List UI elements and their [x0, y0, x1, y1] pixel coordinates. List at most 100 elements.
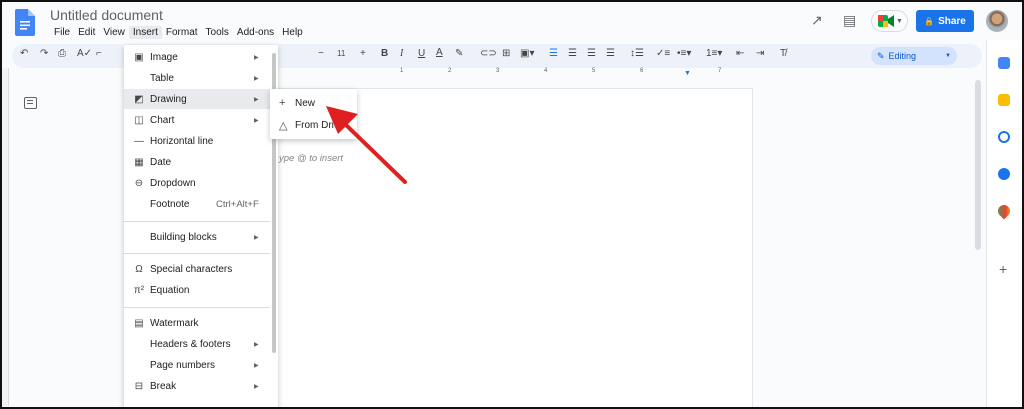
- bulleted-list-icon[interactable]: •≡▾: [677, 48, 691, 59]
- menu-file[interactable]: File: [50, 26, 74, 39]
- comment-icon[interactable]: ⊞: [502, 48, 510, 59]
- menu-tools[interactable]: Tools: [202, 26, 233, 39]
- meet-button[interactable]: ▼: [871, 10, 908, 32]
- undo-icon[interactable]: ↶: [20, 48, 28, 59]
- font-size-field[interactable]: 11: [337, 49, 345, 58]
- omega-icon: Ω: [135, 263, 143, 275]
- numbered-list-icon[interactable]: 1≡▾: [706, 48, 722, 59]
- menu-item-label: Drawing: [150, 93, 187, 105]
- insert-image-icon[interactable]: ▣▾: [520, 48, 534, 59]
- share-button[interactable]: 🔒 Share: [916, 10, 974, 32]
- docs-logo-icon: [15, 9, 35, 36]
- menu-item-label: Dropdown: [150, 177, 196, 189]
- menu-item-drawing[interactable]: ◩ Drawing ▶: [124, 89, 270, 109]
- menu-item-image[interactable]: ▣ Image ▶: [124, 47, 270, 67]
- align-left-icon[interactable]: ☰: [549, 48, 558, 59]
- menu-item-label: Special characters: [150, 263, 233, 275]
- drawing-icon: ◩: [134, 93, 144, 105]
- keep-icon[interactable]: [998, 94, 1010, 106]
- print-icon[interactable]: ⎙: [58, 48, 66, 59]
- menu-item-label: Footnote: [150, 198, 190, 210]
- menu-item-footnote[interactable]: Footnote Ctrl+Alt+F: [124, 194, 270, 214]
- document-outline-icon[interactable]: [24, 97, 37, 109]
- drawing-submenu: + New △ From Dri: [270, 89, 357, 139]
- italic-icon[interactable]: I: [400, 48, 403, 59]
- document-scrollbar[interactable]: [975, 80, 981, 250]
- justify-icon[interactable]: ☰: [606, 48, 615, 59]
- menu-add-ons[interactable]: Add-ons: [233, 26, 278, 39]
- menu-item-label: Break: [150, 380, 177, 392]
- menu-item-equation[interactable]: π² Equation: [124, 280, 270, 300]
- clear-formatting-icon[interactable]: T̸: [780, 48, 786, 59]
- submenu-arrow-icon: ▶: [254, 234, 259, 241]
- decrease-font-size-icon[interactable]: −: [318, 48, 324, 59]
- submenu-arrow-icon: ▶: [254, 383, 259, 390]
- avatar[interactable]: [986, 10, 1008, 32]
- menu-item-headers-footers[interactable]: Headers & footers ▶: [124, 334, 270, 354]
- menu-edit[interactable]: Edit: [74, 26, 99, 39]
- underline-icon[interactable]: U: [418, 48, 425, 59]
- menu-item-building-blocks[interactable]: Building blocks ▶: [124, 227, 270, 247]
- activity-trend-icon[interactable]: ↗: [811, 12, 823, 29]
- submenu-arrow-icon: ▶: [254, 54, 259, 61]
- comments-icon[interactable]: ▤: [843, 12, 856, 29]
- submenu-arrow-icon: ▶: [254, 117, 259, 124]
- editing-mode-dropdown[interactable]: ✎ Editing ▼: [871, 47, 957, 65]
- bold-icon[interactable]: B: [381, 48, 388, 59]
- menu-item-table[interactable]: Table ▶: [124, 68, 270, 88]
- chart-icon: ◫: [134, 114, 144, 126]
- document-title[interactable]: Untitled document: [50, 7, 163, 23]
- add-addon-icon[interactable]: +: [999, 261, 1007, 277]
- align-center-icon[interactable]: ☰: [568, 48, 577, 59]
- ruler-tick: 5: [592, 68, 596, 74]
- drive-icon: △: [279, 119, 288, 132]
- menu-item-page-numbers[interactable]: Page numbers ▶: [124, 355, 270, 375]
- menu-item-break[interactable]: ⊟ Break ▶: [124, 376, 270, 396]
- increase-font-size-icon[interactable]: +: [360, 48, 366, 59]
- ruler-tick: 1: [400, 68, 404, 74]
- menu-item-dropdown[interactable]: ⊖ Dropdown: [124, 173, 270, 193]
- text-color-icon[interactable]: A: [436, 47, 443, 58]
- link-icon[interactable]: ⊂⊃: [480, 48, 497, 59]
- menu-view[interactable]: View: [99, 26, 129, 39]
- calendar-icon[interactable]: [998, 57, 1010, 69]
- ruler-tick: 6: [640, 68, 644, 74]
- decrease-indent-icon[interactable]: ⇤: [736, 48, 744, 59]
- submenu-item-from-drive[interactable]: △ From Dri: [270, 115, 357, 135]
- chevron-down-icon: ▼: [945, 53, 951, 59]
- right-indent-marker[interactable]: ▼: [684, 70, 691, 77]
- menu-item-chart[interactable]: ◫ Chart ▶: [124, 110, 270, 130]
- menu-format[interactable]: Format: [162, 26, 202, 39]
- ruler-tick: 4: [544, 68, 548, 74]
- menu-item-date[interactable]: ▦ Date: [124, 152, 270, 172]
- shortcut-label: Ctrl+Alt+F: [216, 198, 259, 210]
- menu-help[interactable]: Help: [278, 26, 307, 39]
- submenu-item-new[interactable]: + New: [270, 93, 357, 113]
- menu-insert[interactable]: Insert: [128, 26, 162, 39]
- pencil-icon: ✎: [877, 50, 885, 61]
- align-right-icon[interactable]: ☰: [587, 48, 596, 59]
- highlight-icon[interactable]: ✎: [455, 48, 463, 59]
- menu-item-special-characters[interactable]: Ω Special characters: [124, 259, 270, 279]
- tasks-icon[interactable]: [998, 131, 1010, 143]
- menu-item-label: Chart: [150, 114, 175, 126]
- paint-format-icon[interactable]: ⌐: [96, 48, 102, 59]
- insert-menu: ▣ Image ▶ Table ▶ ◩ Drawing ▶ ◫ Chart ▶ …: [124, 45, 278, 409]
- spellcheck-icon[interactable]: A✓: [77, 48, 92, 59]
- contacts-icon[interactable]: [998, 168, 1010, 180]
- meet-icon: [878, 15, 894, 27]
- increase-indent-icon[interactable]: ⇥: [756, 48, 764, 59]
- vertical-ruler[interactable]: [0, 68, 9, 406]
- submenu-arrow-icon: ▶: [254, 75, 259, 82]
- menu-item-horizontal-line[interactable]: — Horizontal line: [124, 131, 270, 151]
- submenu-arrow-icon: ▶: [254, 341, 259, 348]
- checklist-icon[interactable]: ✓≡: [656, 48, 670, 59]
- horizontal-ruler[interactable]: 1 2 3 4 5 6 7 ▼: [270, 68, 754, 77]
- redo-icon[interactable]: ↷: [40, 48, 48, 59]
- menu-item-watermark[interactable]: ▤ Watermark: [124, 313, 270, 333]
- line-spacing-icon[interactable]: ↕☰: [630, 48, 644, 59]
- submenu-arrow-icon: ▶: [254, 96, 259, 103]
- menu-divider: [124, 253, 270, 254]
- editing-label: Editing: [888, 51, 917, 61]
- dropdown-icon: ⊖: [134, 177, 144, 189]
